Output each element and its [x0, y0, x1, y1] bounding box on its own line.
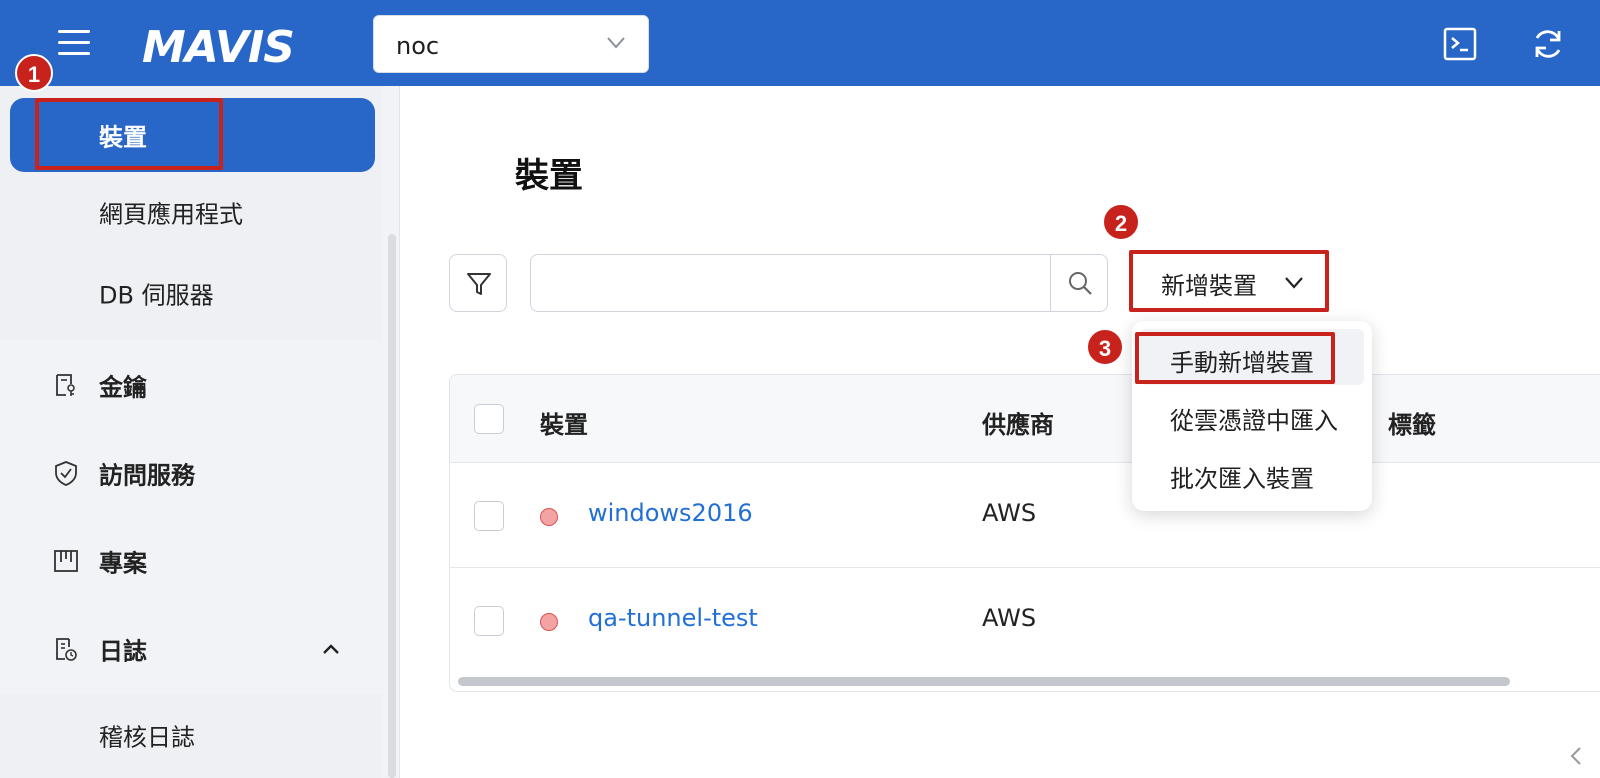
- sidebar-item-label: 專案: [99, 549, 147, 578]
- top-bar: MAVIS noc: [0, 0, 1600, 86]
- column-header-vendor[interactable]: 供應商: [982, 405, 1054, 440]
- mavis-logo: MAVIS: [142, 22, 295, 70]
- log-clock-icon: [56, 638, 77, 661]
- select-all-checkbox[interactable]: [474, 404, 504, 434]
- sidebar-item-keys[interactable]: 金鑰: [10, 348, 375, 422]
- sidebar-item-projects[interactable]: 專案: [10, 524, 375, 598]
- terminal-icon[interactable]: [1442, 26, 1478, 62]
- svg-text:MAVIS: MAVIS: [142, 22, 294, 70]
- sidebar-item-web-apps[interactable]: 網頁應用程式: [10, 175, 375, 249]
- devices-table: 裝置 供應商 標籤 windows2016 AWS qa-tunnel-test…: [449, 374, 1600, 692]
- menu-item-label: 從雲憑證中匯入: [1170, 407, 1338, 435]
- search-divider: [1050, 255, 1051, 311]
- sidebar-item-label: 網頁應用程式: [99, 200, 243, 229]
- search-icon[interactable]: [1066, 269, 1094, 297]
- table-horizontal-scrollbar[interactable]: [458, 677, 1510, 686]
- chevron-left-icon[interactable]: [1568, 744, 1584, 768]
- table-row[interactable]: windows2016 AWS: [450, 463, 1600, 568]
- kanban-icon: [54, 550, 78, 572]
- sidebar-item-label: 日誌: [99, 637, 147, 666]
- menu-item-batch-import[interactable]: 批次匯入裝置: [1140, 445, 1364, 501]
- page-title: 裝置: [515, 156, 583, 196]
- sidebar-item-label: 金鑰: [99, 373, 147, 402]
- annotation-badge-1: 1: [15, 54, 53, 92]
- column-header-device[interactable]: 裝置: [540, 405, 588, 440]
- refresh-icon[interactable]: [1530, 26, 1566, 62]
- sidebar-scrollbar[interactable]: [388, 234, 396, 778]
- sidebar-item-label: DB 伺服器: [99, 281, 214, 310]
- sidebar-item-label: 訪問服務: [99, 461, 195, 490]
- key-doc-icon: [56, 374, 75, 396]
- device-name-link[interactable]: windows2016: [588, 499, 753, 527]
- filter-button[interactable]: [449, 254, 507, 312]
- sidebar-item-logs[interactable]: 日誌: [10, 612, 375, 686]
- status-dot: [540, 613, 558, 631]
- annotation-highlight-devices: [35, 98, 223, 170]
- device-name-link[interactable]: qa-tunnel-test: [588, 604, 758, 632]
- environment-select-value: noc: [396, 32, 440, 60]
- sidebar-item-db-servers[interactable]: DB 伺服器: [10, 256, 375, 330]
- annotation-badge-3: 3: [1086, 328, 1124, 366]
- row-checkbox[interactable]: [474, 606, 504, 636]
- row-checkbox[interactable]: [474, 501, 504, 531]
- menu-item-label: 批次匯入裝置: [1170, 465, 1314, 493]
- environment-select[interactable]: noc: [373, 15, 649, 73]
- menu-item-import-cloud[interactable]: 從雲憑證中匯入: [1140, 387, 1364, 443]
- table-header: 裝置 供應商 標籤: [450, 375, 1600, 463]
- annotation-badge-2: 2: [1102, 203, 1140, 241]
- vendor-cell: AWS: [982, 499, 1037, 527]
- filter-icon: [467, 273, 491, 295]
- column-header-tags[interactable]: 標籤: [1388, 405, 1436, 440]
- table-row[interactable]: qa-tunnel-test AWS: [450, 568, 1600, 673]
- sidebar: 裝置 網頁應用程式 DB 伺服器 金鑰 訪問服務 專案 日誌 稽核日誌: [0, 86, 400, 778]
- chevron-down-icon: [607, 37, 625, 49]
- sidebar-item-access-services[interactable]: 訪問服務: [10, 436, 375, 510]
- annotation-highlight-manual-add: [1135, 332, 1335, 384]
- sidebar-item-label: 稽核日誌: [99, 723, 195, 752]
- status-dot: [540, 508, 558, 526]
- hamburger-menu-icon[interactable]: [58, 28, 92, 58]
- search-box: [530, 254, 1108, 312]
- shield-check-icon: [55, 461, 77, 486]
- vendor-cell: AWS: [982, 604, 1037, 632]
- sidebar-item-audit-logs[interactable]: 稽核日誌: [10, 698, 375, 772]
- search-input[interactable]: [532, 256, 1047, 310]
- chevron-up-icon: [323, 644, 339, 654]
- annotation-highlight-add-device: [1129, 250, 1329, 312]
